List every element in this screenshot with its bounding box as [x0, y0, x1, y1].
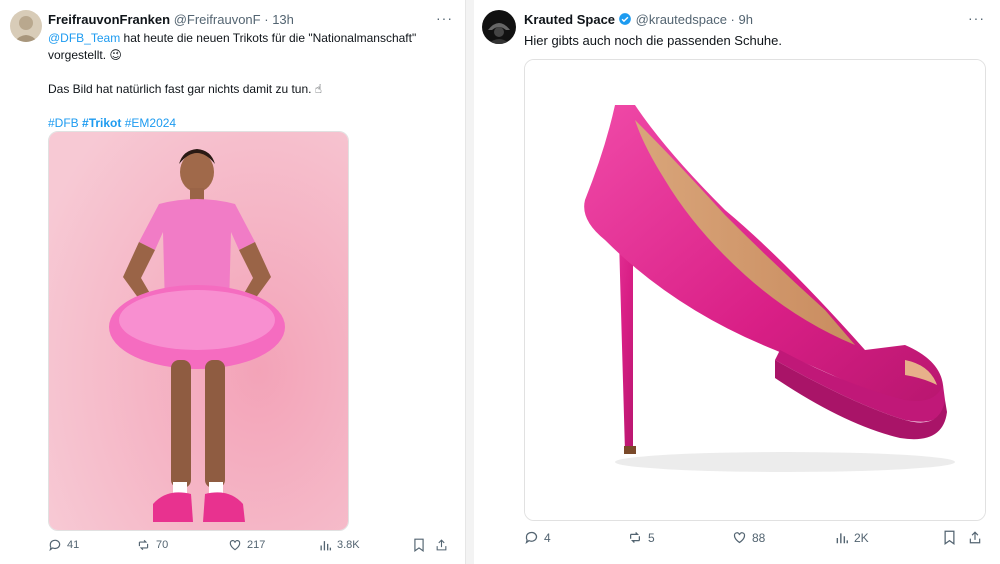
avatar[interactable] — [482, 10, 516, 44]
tweet-image[interactable] — [48, 131, 349, 531]
tweet-1[interactable]: FreifrauvonFranken @FreifrauvonF · 13h ·… — [0, 0, 466, 564]
repost-icon — [138, 539, 149, 551]
reply-icon — [525, 531, 538, 545]
bookmark-button[interactable] — [413, 538, 435, 552]
share-icon — [436, 539, 447, 551]
tweet-text: Hier gibts auch noch die passenden Schuh… — [524, 33, 783, 48]
heart-icon — [229, 540, 241, 551]
views-button[interactable]: 3.8K — [319, 539, 413, 552]
reply-count: 4 — [544, 530, 551, 545]
repost-count: 5 — [648, 530, 655, 545]
bookmark-icon — [414, 538, 424, 552]
verified-badge-icon — [619, 13, 631, 25]
repost-count: 70 — [156, 539, 169, 551]
view-count: 2K — [854, 530, 869, 545]
bookmark-button[interactable] — [943, 530, 968, 545]
views-button[interactable]: 2K — [835, 531, 943, 545]
hashtag-trikot[interactable]: #Trikot — [82, 116, 121, 130]
tweet-text-line-1: hat heute die neuen Trikots für die "Nat… — [120, 31, 417, 45]
like-count: 88 — [752, 530, 766, 545]
like-count: 217 — [247, 539, 266, 551]
like-button[interactable]: 88 — [732, 530, 835, 545]
tweet-actions: 41 70 217 3.8K — [48, 538, 453, 552]
hashtag-dfb[interactable]: #DFB — [48, 116, 79, 130]
display-name[interactable]: FreifrauvonFranken — [48, 12, 170, 27]
bookmark-icon — [944, 530, 955, 545]
view-count: 3.8K — [337, 539, 360, 551]
share-button[interactable] — [435, 538, 448, 552]
user-handle[interactable]: @FreifrauvonF — [174, 12, 261, 27]
more-options-icon[interactable]: ··· — [968, 10, 985, 26]
repost-button[interactable]: 70 — [136, 538, 228, 552]
views-chart-icon — [320, 540, 332, 550]
more-options-icon[interactable]: ··· — [436, 10, 453, 26]
tweet-2[interactable]: Krauted Space @krautedspace · 9h ··· Hie… — [474, 0, 1000, 564]
reply-button[interactable]: 4 — [524, 530, 627, 545]
views-chart-icon — [836, 532, 848, 543]
hashtag-em2024[interactable]: #EM2024 — [125, 116, 176, 130]
timestamp[interactable]: 13h — [272, 12, 294, 27]
tweet-actions: 4 5 88 2K — [524, 530, 984, 545]
mention-link[interactable]: @DFB_Team — [48, 31, 120, 45]
hashtags: #DFB #Trikot #EM2024 — [48, 115, 453, 132]
reply-button[interactable]: 41 — [48, 538, 136, 552]
tweet-text-line-3: Das Bild hat natürlich fast gar nichts d… — [48, 82, 323, 96]
reply-count: 41 — [67, 539, 80, 551]
share-button[interactable] — [968, 530, 982, 545]
reply-icon — [49, 539, 61, 552]
avatar[interactable] — [10, 10, 42, 42]
repost-button[interactable]: 5 — [627, 530, 732, 545]
user-handle[interactable]: @krautedspace — [636, 12, 727, 27]
tweet-header: FreifrauvonFranken @FreifrauvonF · 13h — [48, 12, 294, 28]
display-name[interactable]: Krauted Space — [524, 12, 615, 27]
timestamp[interactable]: 9h — [739, 12, 753, 27]
tweet-image[interactable] — [524, 59, 986, 521]
like-button[interactable]: 217 — [228, 538, 319, 552]
tweet-text: @DFB_Team hat heute die neuen Trikots fü… — [48, 30, 453, 132]
tweet-header: Krauted Space @krautedspace · 9h — [524, 12, 753, 28]
tweet-text-line-2: vorgestellt. 😉 — [48, 48, 122, 62]
separator: · — [730, 12, 735, 27]
repost-icon — [630, 532, 640, 543]
heart-icon — [733, 532, 746, 544]
separator: · — [264, 12, 269, 27]
share-icon — [969, 531, 981, 544]
